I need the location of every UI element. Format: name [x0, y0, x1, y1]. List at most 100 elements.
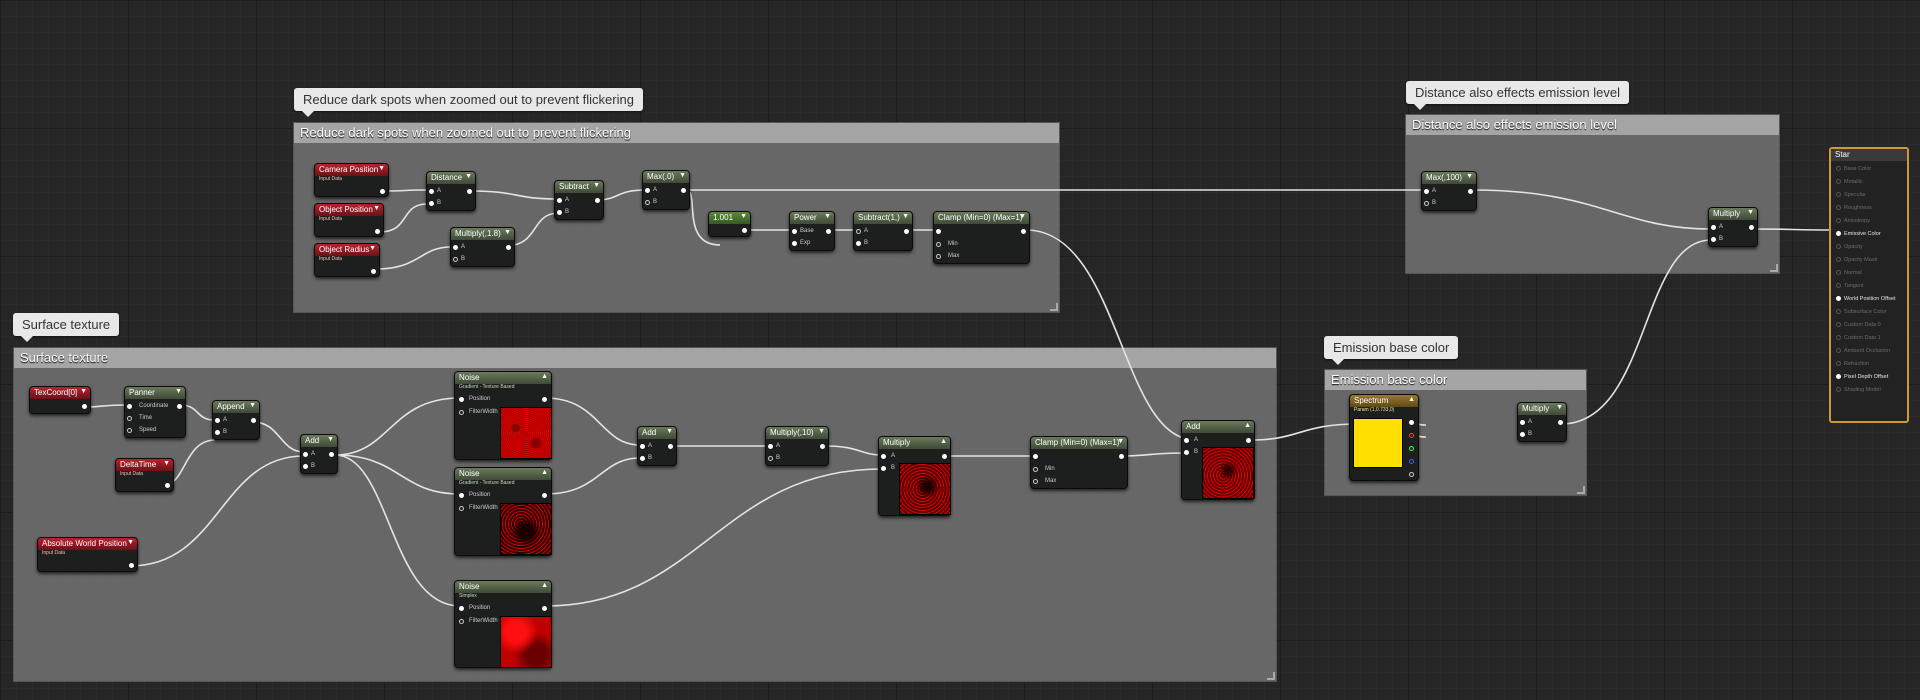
output-pin[interactable]	[942, 454, 947, 459]
input-pin-position[interactable]	[459, 606, 464, 611]
output-pin-g[interactable]	[1409, 446, 1414, 451]
node-camera-position[interactable]: Camera Position ▼ Input Data	[314, 163, 389, 197]
output-pin-a[interactable]	[1409, 472, 1414, 477]
input-pin-a[interactable]	[1424, 189, 1429, 194]
input-pin[interactable]	[1836, 218, 1841, 223]
node-noise-3[interactable]: Noise ▲ Simplex Position FilterWidth	[454, 580, 552, 668]
output-pin[interactable]	[82, 404, 87, 409]
material-pin-row[interactable]: Specular	[1836, 192, 1866, 198]
chevron-up-icon[interactable]: ▲	[541, 468, 548, 478]
node-clamp-2[interactable]: Clamp (Min=0) (Max=1) ▼ Min Max	[1030, 436, 1128, 489]
output-pin-rgb[interactable]	[1409, 420, 1414, 425]
input-pin-b[interactable]	[215, 430, 220, 435]
output-pin[interactable]	[542, 606, 547, 611]
node-append[interactable]: Append ▼ A B	[212, 400, 260, 440]
output-pin[interactable]	[467, 189, 472, 194]
input-pin-b[interactable]	[1711, 237, 1716, 242]
input-pin-max[interactable]	[1033, 479, 1038, 484]
node-constant-1-001[interactable]: 1.001 ▼	[708, 211, 751, 237]
material-pin-row[interactable]: Base Color	[1836, 166, 1871, 172]
material-pin-row[interactable]: Normal	[1836, 270, 1862, 276]
material-result-node[interactable]: Star Base Color Metallic Specular Roughness…	[1829, 147, 1909, 423]
input-pin-a[interactable]	[1184, 438, 1189, 443]
output-pin[interactable]	[251, 418, 256, 423]
chevron-down-icon[interactable]: ▼	[666, 427, 673, 437]
chevron-down-icon[interactable]: ▼	[1466, 172, 1473, 182]
input-pin-b[interactable]	[645, 200, 650, 205]
node-texcoord[interactable]: TexCoord[0] ▼	[29, 386, 91, 414]
node-object-radius[interactable]: Object Radius ▼ Input Data	[314, 243, 380, 277]
node-add-2[interactable]: Add ▼ A B	[637, 426, 677, 466]
output-pin[interactable]	[375, 229, 380, 234]
input-pin[interactable]	[1836, 335, 1841, 340]
node-add-3[interactable]: Add ▲ A B	[1181, 420, 1255, 500]
material-pin-row[interactable]: Refraction	[1836, 361, 1869, 367]
output-pin[interactable]	[380, 189, 385, 194]
output-pin-r[interactable]	[1409, 433, 1414, 438]
input-pin-a[interactable]	[645, 188, 650, 193]
material-pin-row[interactable]: Metallic	[1836, 179, 1863, 185]
material-pin-row[interactable]: Shading Model	[1836, 387, 1881, 393]
material-pin-row[interactable]: World Position Offset	[1836, 296, 1895, 302]
node-distance[interactable]: Distance ▼ A B	[426, 171, 476, 211]
chevron-down-icon[interactable]: ▼	[80, 387, 87, 397]
chevron-down-icon[interactable]: ▼	[824, 212, 831, 222]
input-pin-position[interactable]	[459, 397, 464, 402]
input-pin-a[interactable]	[557, 198, 562, 203]
input-pin-b[interactable]	[1424, 201, 1429, 206]
chevron-down-icon[interactable]: ▼	[249, 401, 256, 411]
node-clamp-1[interactable]: Clamp (Min=0) (Max=1) ▼ Min Max	[933, 211, 1030, 264]
output-pin[interactable]	[506, 245, 511, 250]
input-pin-a[interactable]	[881, 454, 886, 459]
input-pin-b[interactable]	[881, 466, 886, 471]
input-pin-a[interactable]	[1520, 420, 1525, 425]
chevron-down-icon[interactable]: ▼	[679, 171, 686, 181]
chevron-down-icon[interactable]: ▼	[378, 164, 385, 174]
output-pin[interactable]	[1021, 229, 1026, 234]
output-pin[interactable]	[1749, 225, 1754, 230]
node-multiply-1-8[interactable]: Multiply(,1.8) ▼ A B	[450, 227, 515, 267]
chevron-down-icon[interactable]: ▼	[465, 172, 472, 182]
chevron-down-icon[interactable]: ▼	[1556, 403, 1563, 413]
input-pin-b[interactable]	[1520, 432, 1525, 437]
node-subtract[interactable]: Subtract ▼ A B	[554, 180, 604, 220]
chevron-down-icon[interactable]: ▼	[504, 228, 511, 238]
chevron-down-icon[interactable]: ▼	[127, 538, 134, 548]
input-pin[interactable]	[1836, 231, 1841, 236]
chevron-up-icon[interactable]: ▲	[541, 372, 548, 382]
input-pin[interactable]	[1836, 361, 1841, 366]
input-pin[interactable]	[1836, 348, 1841, 353]
chevron-down-icon[interactable]: ▼	[1019, 212, 1026, 222]
material-pin-row[interactable]: Opacity	[1836, 244, 1863, 250]
material-pin-row[interactable]: Subsurface Color	[1836, 309, 1887, 315]
input-pin-min[interactable]	[936, 242, 941, 247]
input-pin[interactable]	[1836, 205, 1841, 210]
chevron-down-icon[interactable]: ▼	[163, 459, 170, 469]
input-pin-a[interactable]	[640, 444, 645, 449]
chevron-down-icon[interactable]: ▼	[327, 435, 334, 445]
output-pin[interactable]	[1558, 420, 1563, 425]
material-pin-row[interactable]: Pixel Depth Offset	[1836, 374, 1888, 380]
input-pin-time[interactable]	[127, 416, 132, 421]
chevron-up-icon[interactable]: ▲	[940, 437, 947, 447]
output-pin[interactable]	[826, 229, 831, 234]
material-pin-row[interactable]: Anisotropy	[1836, 218, 1870, 224]
material-pin-row[interactable]: Emissive Color	[1836, 231, 1881, 237]
input-pin-filterwidth[interactable]	[459, 410, 464, 415]
input-pin[interactable]	[1836, 179, 1841, 184]
input-pin-a[interactable]	[453, 245, 458, 250]
input-pin-b[interactable]	[453, 257, 458, 262]
output-pin[interactable]	[165, 483, 170, 488]
output-pin[interactable]	[820, 444, 825, 449]
input-pin-min[interactable]	[1033, 467, 1038, 472]
node-noise-1[interactable]: Noise ▲ Gradient - Texture Based Position…	[454, 371, 552, 460]
input-pin[interactable]	[1836, 257, 1841, 262]
output-pin[interactable]	[177, 404, 182, 409]
node-multiply-10[interactable]: Multiply(,10) ▼ A B	[765, 426, 829, 466]
node-max-0[interactable]: Max(,0) ▼ A B	[642, 170, 690, 210]
node-add-1[interactable]: Add ▼ A B	[300, 434, 338, 474]
output-pin[interactable]	[742, 228, 747, 233]
output-pin[interactable]	[1246, 438, 1251, 443]
input-pin[interactable]	[1836, 270, 1841, 275]
material-pin-row[interactable]: Roughness	[1836, 205, 1872, 211]
